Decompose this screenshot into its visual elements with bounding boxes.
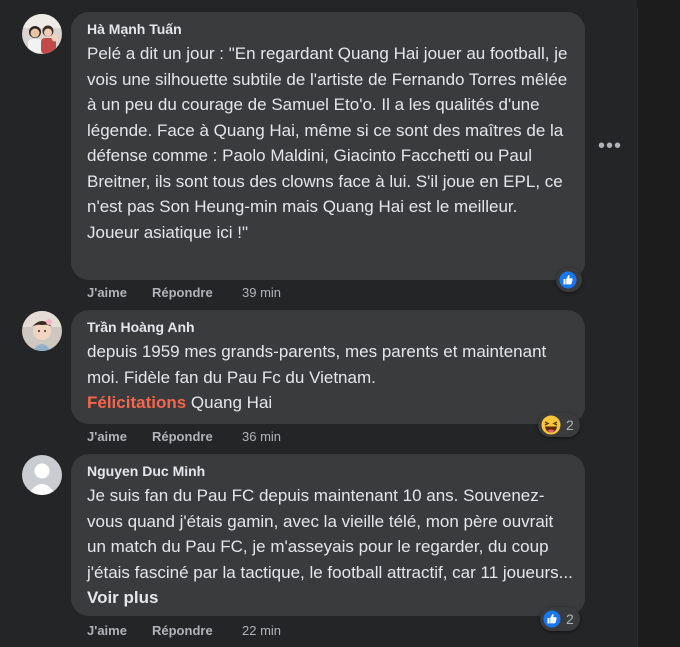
reaction-summary[interactable]	[556, 268, 582, 292]
comment-timestamp[interactable]: 22 min	[242, 623, 281, 639]
reaction-summary[interactable]: 2	[540, 607, 580, 631]
right-panel-edge	[637, 0, 680, 647]
laughing-emoji-icon	[540, 414, 562, 436]
comment-text: Je suis fan du Pau FC depuis maintenant …	[87, 483, 573, 611]
avatar[interactable]	[22, 311, 62, 351]
comment-bubble: Nguyen Duc Minh Je suis fan du Pau FC de…	[71, 454, 585, 616]
reaction-count: 2	[566, 611, 574, 627]
like-button[interactable]: J'aime	[87, 623, 152, 639]
reply-button[interactable]: Répondre	[152, 285, 242, 301]
like-icon	[558, 270, 578, 290]
comments-feed: Hà Mạnh Tuấn Pelé a dit un jour : "En re…	[0, 0, 637, 647]
like-button[interactable]: J'aime	[87, 285, 152, 301]
reply-button[interactable]: Répondre	[152, 429, 242, 445]
reaction-count: 2	[566, 417, 574, 433]
comment-bubble: Trần Hoàng Anh depuis 1959 mes grands-pa…	[71, 310, 585, 424]
comment-bubble: Hà Mạnh Tuấn Pelé a dit un jour : "En re…	[71, 12, 585, 280]
comment-text-main: Je suis fan du Pau FC depuis maintenant …	[87, 486, 573, 582]
comment-timestamp[interactable]: 39 min	[242, 285, 281, 301]
comment-actions: J'aime Répondre 36 min	[87, 429, 281, 445]
comment-text-tail: Quang Hai	[186, 393, 273, 412]
comment-author[interactable]: Hà Mạnh Tuấn	[87, 20, 573, 38]
comment-actions: J'aime Répondre 39 min	[87, 285, 281, 301]
like-button[interactable]: J'aime	[87, 429, 152, 445]
comment-author[interactable]: Nguyen Duc Minh	[87, 462, 573, 480]
avatar[interactable]	[22, 14, 62, 54]
reaction-summary[interactable]: 2	[538, 413, 580, 437]
comment-timestamp[interactable]: 36 min	[242, 429, 281, 445]
comment-author[interactable]: Trần Hoàng Anh	[87, 318, 573, 336]
see-more-link[interactable]: Voir plus	[87, 588, 158, 607]
like-icon	[542, 609, 562, 629]
reply-button[interactable]: Répondre	[152, 623, 242, 639]
more-options-icon[interactable]: •••	[598, 136, 622, 156]
avatar[interactable]	[22, 455, 62, 495]
comment-text: depuis 1959 mes grands-parents, mes pare…	[87, 339, 573, 416]
hashtag-highlight[interactable]: Félicitations	[87, 393, 186, 412]
comment-actions: J'aime Répondre 22 min	[87, 623, 281, 639]
comment-text: Pelé a dit un jour : "En regardant Quang…	[87, 44, 568, 242]
comment-text-main: depuis 1959 mes grands-parents, mes pare…	[87, 342, 547, 387]
